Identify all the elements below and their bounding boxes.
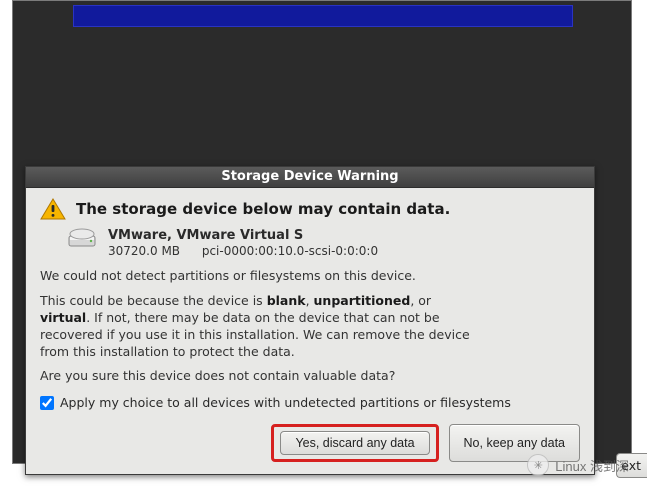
yes-discard-button[interactable]: Yes, discard any data (280, 431, 429, 455)
top-title-bar (73, 5, 573, 27)
dialog-button-row: Yes, discard any data No, keep any data (40, 424, 580, 462)
device-path: pci-0000:00:10.0-scsi-0:0:0:0 (202, 244, 378, 258)
dialog-headline: The storage device below may contain dat… (76, 200, 450, 218)
apply-all-checkbox-row[interactable]: Apply my choice to all devices with unde… (40, 395, 580, 410)
storage-warning-dialog: Storage Device Warning The storage devic… (25, 166, 595, 475)
apply-all-checkbox[interactable] (40, 396, 54, 410)
device-row: VMware, VMware Virtual S 30720.0 MB pci-… (68, 228, 580, 258)
device-size: 30720.0 MB (108, 244, 198, 258)
harddisk-icon (68, 228, 96, 251)
apply-all-label: Apply my choice to all devices with unde… (60, 395, 511, 410)
discard-highlight-box: Yes, discard any data (271, 424, 438, 462)
dialog-titlebar: Storage Device Warning (26, 167, 594, 188)
warning-icon (40, 198, 66, 220)
no-keep-button[interactable]: No, keep any data (449, 424, 580, 462)
warning-paragraph-2: This could be because the device is blan… (40, 293, 470, 361)
dialog-title: Storage Device Warning (221, 169, 398, 184)
warning-paragraph-3: Are you sure this device does not contai… (40, 368, 470, 385)
device-info: 30720.0 MB pci-0000:00:10.0-scsi-0:0:0:0 (108, 244, 378, 258)
warning-paragraph-1: We could not detect partitions or filesy… (40, 268, 470, 285)
device-name: VMware, VMware Virtual S (108, 228, 378, 243)
dialog-body: The storage device below may contain dat… (26, 188, 594, 474)
next-button-peek[interactable]: ext (616, 453, 647, 478)
